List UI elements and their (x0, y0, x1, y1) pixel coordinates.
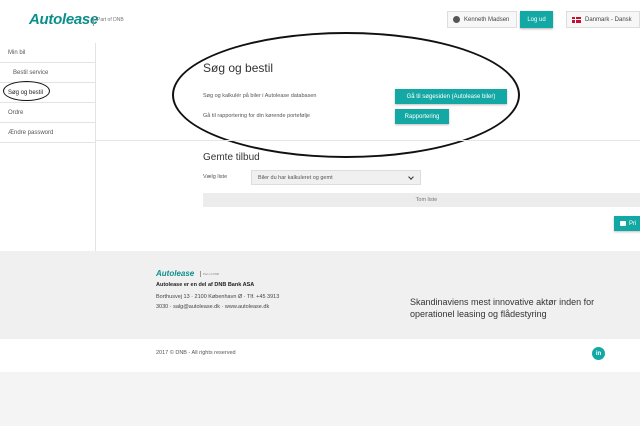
page-background-bottom (0, 372, 640, 426)
logo-divider (93, 16, 94, 26)
print-label: Pri (629, 220, 637, 227)
denmark-flag-icon (572, 16, 581, 23)
footer-address-line: Borthusvej 13 · 2100 København Ø · Tlf. … (156, 294, 280, 300)
user-menu[interactable]: Kenneth Madsen (447, 11, 517, 28)
footer-company-line: Autolease er en del af DNB Bank ASA (156, 282, 255, 288)
footer-logo-divider (200, 271, 201, 277)
search-page-button[interactable]: Gå til søgesiden (Autolease biler) (395, 89, 507, 104)
print-button[interactable]: Pri (614, 216, 640, 231)
list-select[interactable]: Biler du har kalkuleret og gemt (251, 170, 421, 185)
footer-tagline: Skandinaviens mest innovative aktør inde… (410, 297, 595, 319)
printer-icon (620, 221, 626, 226)
reporting-button[interactable]: Rapportering (395, 109, 449, 124)
annotation-circle-sidebar (3, 81, 50, 101)
user-name: Kenneth Madsen (464, 16, 510, 23)
copyright-text: 2017 © DNB - All rights reserved (156, 350, 236, 356)
sidebar-item-bestil-service[interactable]: Bestil service (0, 63, 95, 83)
saved-offers-title: Gemte tilbud (203, 152, 260, 163)
sidebar-item-ordre[interactable]: Ordre (0, 103, 95, 123)
section-divider (96, 140, 640, 141)
search-row-label: Søg og kalkulér på biler i Autolease dat… (203, 93, 317, 99)
page-title: Søg og bestil (203, 61, 274, 75)
reporting-row-label: Gå til rapportering for din kørende port… (203, 113, 310, 119)
footer: Autolease Part of DNB Autolease er en de… (0, 251, 640, 339)
sidebar-item-min-bil[interactable]: Min bil (0, 43, 95, 63)
empty-list-text: Tom liste (415, 197, 438, 203)
footer-logo-subtitle: Part of DNB (203, 272, 220, 276)
logout-button[interactable]: Log ud (520, 11, 553, 28)
footer-logo: Autolease (156, 269, 195, 278)
footer-contact-line[interactable]: 3030 · salg@autolease.dk · www.autolease… (156, 304, 269, 310)
sidebar: Min bil Bestil service Søg og bestil Ord… (0, 43, 96, 251)
chevron-down-icon (408, 174, 414, 180)
linkedin-icon[interactable]: in (592, 347, 605, 360)
sidebar-item-aendre-password[interactable]: Ændre password (0, 123, 95, 143)
bottom-bar (0, 339, 640, 372)
list-select-label: Vælg liste (203, 174, 228, 180)
country-selector[interactable]: Danmark - Dansk (566, 11, 640, 28)
logo-subtitle: Part of DNB (97, 17, 124, 23)
user-icon (453, 16, 460, 23)
autolease-logo[interactable]: Autolease (29, 11, 98, 28)
list-select-value: Biler du har kalkuleret og gemt (258, 174, 333, 181)
country-label: Danmark - Dansk (585, 16, 632, 23)
